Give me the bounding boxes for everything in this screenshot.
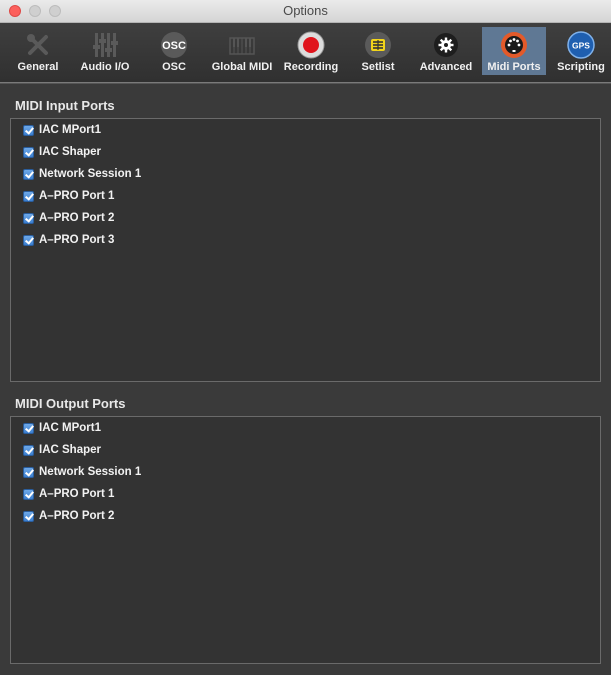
port-checkbox[interactable] bbox=[23, 234, 34, 246]
setlist-icon bbox=[364, 31, 392, 59]
list-item[interactable]: Network Session 1 bbox=[23, 165, 141, 183]
gps-icon-text: GPS bbox=[572, 41, 590, 51]
preferences-toolbar: General Audio I/O OSC OSC Global MIDI Re… bbox=[0, 23, 611, 83]
tab-label: Global MIDI bbox=[211, 61, 273, 73]
midi-input-ports-title: MIDI Input Ports bbox=[15, 98, 115, 113]
port-checkbox[interactable] bbox=[23, 124, 34, 136]
tab-label: Audio I/O bbox=[80, 61, 130, 73]
toolbar-divider bbox=[0, 83, 611, 84]
port-label: IAC MPort1 bbox=[39, 422, 101, 434]
gps-script-icon: GPS bbox=[567, 31, 595, 59]
list-item[interactable]: IAC MPort1 bbox=[23, 121, 101, 139]
tools-icon bbox=[24, 31, 52, 59]
osc-icon: OSC bbox=[160, 31, 188, 59]
tab-advanced[interactable]: Advanced bbox=[413, 27, 479, 75]
port-checkbox[interactable] bbox=[23, 146, 34, 158]
osc-icon-text: OSC bbox=[162, 40, 186, 52]
tab-label: Advanced bbox=[419, 61, 473, 73]
port-label: IAC MPort1 bbox=[39, 124, 101, 136]
list-item[interactable]: A–PRO Port 2 bbox=[23, 209, 114, 227]
port-checkbox[interactable] bbox=[23, 190, 34, 202]
list-item[interactable]: Network Session 1 bbox=[23, 463, 141, 481]
tab-general[interactable]: General bbox=[9, 27, 67, 75]
tab-scripting[interactable]: GPS Scripting bbox=[552, 27, 610, 75]
port-label: A–PRO Port 3 bbox=[39, 234, 115, 246]
list-item[interactable]: A–PRO Port 1 bbox=[23, 485, 114, 503]
port-label: A–PRO Port 1 bbox=[39, 190, 115, 202]
tab-audio-io[interactable]: Audio I/O bbox=[73, 27, 137, 75]
port-checkbox[interactable] bbox=[23, 212, 34, 224]
mixer-faders-icon bbox=[91, 31, 119, 59]
list-item[interactable]: IAC MPort1 bbox=[23, 419, 101, 437]
port-label: Network Session 1 bbox=[39, 466, 142, 478]
port-label: A–PRO Port 2 bbox=[39, 212, 115, 224]
port-checkbox[interactable] bbox=[23, 488, 34, 500]
list-item[interactable]: A–PRO Port 2 bbox=[23, 507, 114, 525]
tab-label: Midi Ports bbox=[487, 61, 541, 73]
midi-input-ports-list[interactable]: IAC MPort1 IAC Shaper Network Session 1 … bbox=[10, 118, 601, 382]
tab-global-midi[interactable]: Global MIDI bbox=[208, 27, 276, 75]
tab-label: General bbox=[17, 61, 59, 73]
tab-label: Recording bbox=[283, 61, 339, 73]
title-bar: Options bbox=[0, 0, 611, 23]
gear-icon bbox=[432, 31, 460, 59]
record-icon bbox=[297, 31, 325, 59]
port-checkbox[interactable] bbox=[23, 510, 34, 522]
port-label: IAC Shaper bbox=[39, 146, 101, 158]
midi-output-ports-list[interactable]: IAC MPort1 IAC Shaper Network Session 1 … bbox=[10, 416, 601, 664]
port-label: A–PRO Port 2 bbox=[39, 510, 115, 522]
port-checkbox[interactable] bbox=[23, 422, 34, 434]
tab-midi-ports[interactable]: Midi Ports bbox=[482, 27, 546, 75]
list-item[interactable]: A–PRO Port 1 bbox=[23, 187, 114, 205]
port-checkbox[interactable] bbox=[23, 444, 34, 456]
list-item[interactable]: A–PRO Port 3 bbox=[23, 231, 114, 249]
tab-recording[interactable]: Recording bbox=[280, 27, 342, 75]
port-label: Network Session 1 bbox=[39, 168, 142, 180]
port-label: A–PRO Port 1 bbox=[39, 488, 115, 500]
port-checkbox[interactable] bbox=[23, 466, 34, 478]
port-label: IAC Shaper bbox=[39, 444, 101, 456]
tab-osc[interactable]: OSC OSC bbox=[148, 27, 200, 75]
midi-output-ports-title: MIDI Output Ports bbox=[15, 396, 126, 411]
tab-setlist[interactable]: Setlist bbox=[350, 27, 406, 75]
port-checkbox[interactable] bbox=[23, 168, 34, 180]
window-title: Options bbox=[283, 3, 328, 18]
piano-keyboard-icon bbox=[228, 31, 256, 59]
tab-label: Scripting bbox=[557, 61, 605, 73]
list-item[interactable]: IAC Shaper bbox=[23, 441, 101, 459]
tab-label: Setlist bbox=[361, 61, 395, 73]
options-window: Options General Audio I/O OSC OSC Global… bbox=[0, 0, 611, 675]
tab-label: OSC bbox=[162, 61, 186, 73]
list-item[interactable]: IAC Shaper bbox=[23, 143, 101, 161]
midi-connector-icon bbox=[500, 31, 528, 59]
